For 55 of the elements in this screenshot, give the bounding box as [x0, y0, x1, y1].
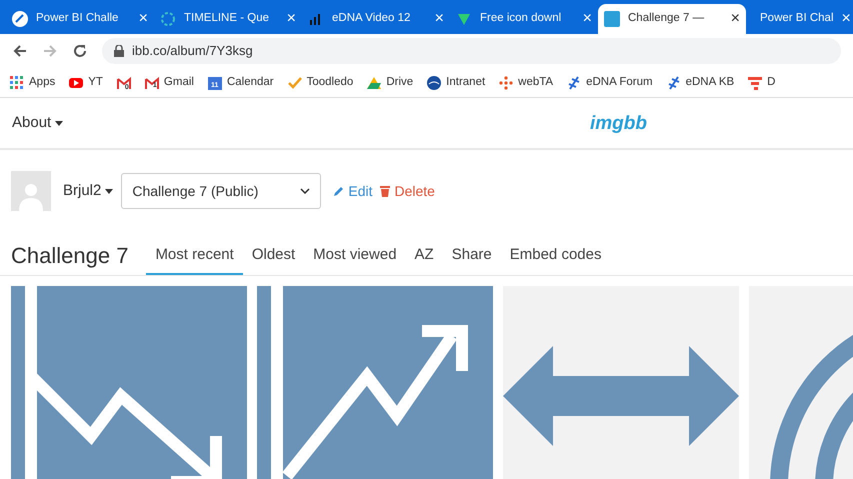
helix-icon[interactable]: [666, 76, 681, 90]
bookmark-link[interactable]: Toodledo: [306, 74, 354, 92]
browser-tab[interactable]: Free icon downl ×: [450, 4, 598, 34]
bookmark-link[interactable]: YT: [88, 74, 103, 92]
bookmark-link[interactable]: Calendar: [226, 74, 274, 92]
caret-icon: [55, 120, 64, 126]
album-tab[interactable]: Most viewed: [304, 237, 406, 275]
globe-icon[interactable]: [427, 76, 442, 90]
browser-tab[interactable]: Power BI Challe ×: [6, 4, 154, 34]
square-icon: [604, 11, 620, 27]
album-tab[interactable]: Embed codes: [500, 237, 610, 275]
bookmark-link[interactable]: D: [767, 74, 776, 92]
delete-link[interactable]: Delete: [380, 180, 435, 202]
mail-icon[interactable]: [116, 76, 131, 90]
about-menu[interactable]: About: [12, 112, 64, 134]
bookmark-link[interactable]: eDNA Forum: [586, 74, 653, 92]
disc-icon: [12, 11, 28, 27]
bars-icon[interactable]: [748, 76, 762, 90]
triangle-icon: [456, 11, 472, 27]
lock-icon: [114, 45, 124, 57]
grid-icon[interactable]: [10, 76, 24, 90]
browser-tab[interactable]: TIMELINE - Que ×: [154, 4, 302, 34]
trash-icon: [380, 185, 390, 197]
back-arrow-icon[interactable]: [12, 43, 28, 59]
helix-icon[interactable]: [567, 76, 582, 90]
caret-icon: [105, 188, 114, 194]
album-tab[interactable]: Oldest: [242, 237, 304, 275]
calendar-icon[interactable]: [208, 76, 222, 90]
album-tab[interactable]: AZ: [406, 237, 443, 275]
bookmark-link[interactable]: Apps: [29, 74, 56, 92]
check-icon[interactable]: [288, 76, 302, 90]
album-select[interactable]: Challenge 7 (Public): [121, 173, 322, 209]
ring-icon: [160, 11, 176, 27]
bookmark-link[interactable]: eDNA KB: [686, 74, 734, 92]
chevron-icon: [300, 188, 310, 194]
triangle-icon[interactable]: [367, 76, 382, 90]
reload-icon[interactable]: [72, 43, 88, 59]
mail-icon[interactable]: [144, 76, 159, 90]
browser-tab[interactable]: Challenge 7 — ×: [598, 4, 746, 34]
down-trend-arrow-image[interactable]: [11, 286, 247, 479]
double-arrow-image[interactable]: [503, 286, 739, 479]
play-icon[interactable]: [69, 76, 84, 90]
album-tab[interactable]: Share: [442, 237, 501, 275]
address-bar[interactable]: ibb.co/album/7Y3ksg: [102, 38, 841, 64]
pencil-icon: [333, 186, 344, 196]
album-tab[interactable]: Most recent: [146, 237, 243, 275]
bookmark-link[interactable]: Drive: [386, 74, 414, 92]
bookmark-link[interactable]: webTA: [518, 74, 554, 92]
user-menu[interactable]: Brjul2: [63, 180, 114, 202]
browser-tab[interactable]: eDNA Video 12 ×: [302, 4, 450, 34]
dots-icon[interactable]: [499, 76, 514, 90]
bookmark-link[interactable]: Gmail: [164, 74, 194, 92]
bookmark-link[interactable]: Intranet: [446, 74, 486, 92]
album-title: Challenge 7: [11, 242, 128, 270]
up-trend-arrow-image[interactable]: [257, 286, 493, 479]
